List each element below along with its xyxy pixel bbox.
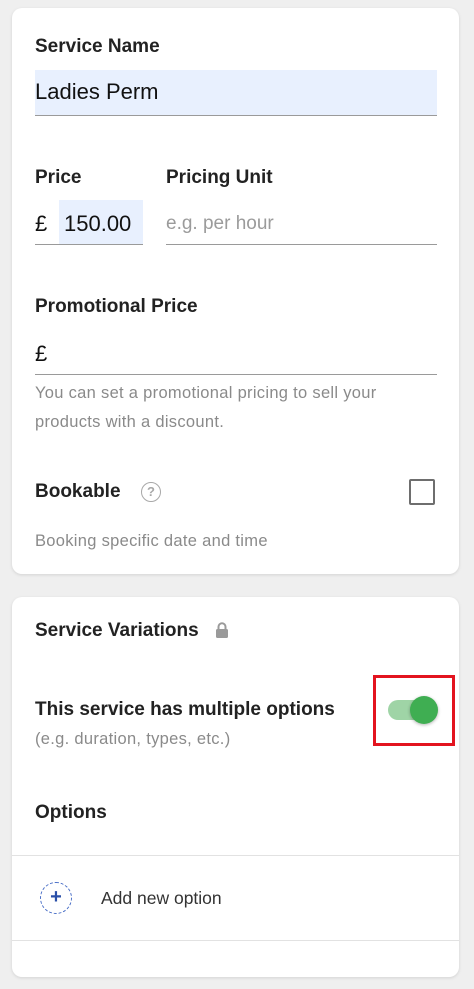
- plus-circle-icon: +: [40, 882, 72, 914]
- add-new-option-label: Add new option: [101, 888, 222, 908]
- question-circle-icon[interactable]: ?: [141, 482, 161, 502]
- promotional-price-help-line2: products with a discount.: [35, 413, 225, 431]
- bookable-label: Bookable: [35, 481, 121, 502]
- promotional-price-help: You can set a promotional pricing to sel…: [35, 379, 377, 437]
- service-name-input[interactable]: Ladies Perm: [35, 70, 437, 116]
- options-label: Options: [35, 802, 107, 823]
- lock-icon: [216, 622, 228, 638]
- promotional-price-input[interactable]: £: [35, 330, 437, 375]
- promotional-price-currency-symbol: £: [35, 341, 48, 366]
- price-input[interactable]: 150.00: [35, 200, 143, 245]
- bookable-help: Booking specific date and time: [35, 532, 268, 550]
- price-value: 150.00: [64, 211, 132, 236]
- add-new-option-row[interactable]: + Add new option: [12, 856, 459, 940]
- service-name-label: Service Name: [35, 36, 160, 57]
- service-details-card: Service Name Ladies Perm Price £ 150.00 …: [12, 8, 459, 574]
- multiple-options-label: This service has multiple options: [35, 699, 335, 720]
- service-variations-title: Service Variations: [35, 620, 199, 641]
- options-divider-bottom: [12, 940, 459, 941]
- multiple-options-hint: (e.g. duration, types, etc.): [35, 730, 231, 748]
- service-name-value: Ladies Perm: [35, 79, 159, 104]
- toggle-highlight-box: [373, 675, 455, 746]
- bookable-checkbox[interactable]: [409, 479, 435, 505]
- pricing-unit-label: Pricing Unit: [166, 167, 273, 188]
- promotional-price-label: Promotional Price: [35, 296, 198, 317]
- pricing-unit-placeholder: e.g. per hour: [166, 213, 274, 234]
- service-variations-card: Service Variations This service has mult…: [12, 597, 459, 977]
- price-label: Price: [35, 167, 82, 188]
- pricing-unit-input[interactable]: e.g. per hour: [166, 200, 437, 245]
- promotional-price-help-line1: You can set a promotional pricing to sel…: [35, 384, 377, 402]
